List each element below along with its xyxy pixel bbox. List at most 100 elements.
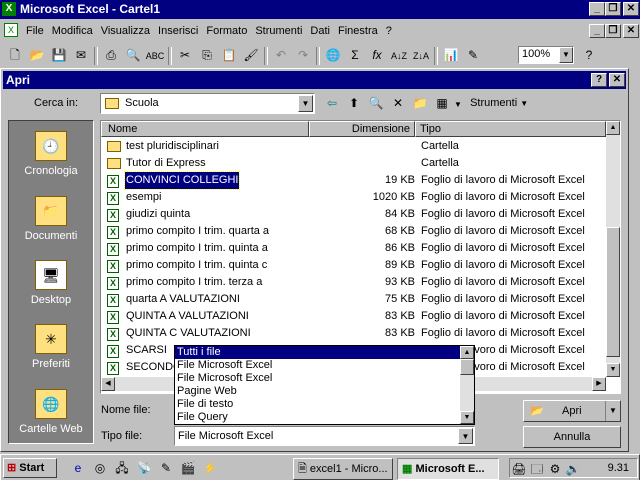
undo-icon[interactable]: ↶: [270, 45, 292, 65]
redo-icon[interactable]: ↷: [292, 45, 314, 65]
column-size[interactable]: Dimensione: [309, 121, 415, 137]
help-icon[interactable]: ?: [578, 45, 600, 65]
tray-icon-2[interactable]: 🗔: [528, 459, 546, 479]
scroll-right-icon[interactable]: ▶: [592, 377, 606, 391]
dialog-help-button[interactable]: ?: [591, 73, 607, 87]
vertical-scrollbar[interactable]: ▲ ▼: [606, 121, 620, 377]
workbook-icon[interactable]: X: [4, 23, 18, 37]
outlook-icon[interactable]: ◎: [89, 458, 111, 478]
menu-dati[interactable]: Dati: [306, 23, 334, 39]
new-folder-icon[interactable]: 📁: [409, 93, 431, 113]
place-cronologia[interactable]: 🕘 Cronologia: [15, 131, 87, 177]
place-cartelle-web[interactable]: 🌐 Cartelle Web: [15, 389, 87, 435]
task-excel[interactable]: ▦ Microsoft E...: [397, 458, 499, 480]
file-row[interactable]: Xquarta A VALUTAZIONI 75 KB Foglio di lavo…: [101, 291, 606, 308]
start-button[interactable]: ⊞ Start: [3, 458, 57, 478]
media-icon[interactable]: 🎬: [177, 458, 199, 478]
file-row[interactable]: Xgiudizi quinta 84 KB Foglio di lavoro di …: [101, 206, 606, 223]
menu-visualizza[interactable]: Visualizza: [97, 23, 154, 39]
scroll-down-icon[interactable]: ▼: [460, 411, 474, 424]
scroll-thumb[interactable]: [606, 227, 620, 357]
menu-finestra[interactable]: Finestra: [334, 23, 382, 39]
filetype-option[interactable]: Tutti i file: [175, 346, 460, 359]
search-web-icon[interactable]: 🔍: [365, 93, 387, 113]
menu-formato[interactable]: Formato: [202, 23, 251, 39]
chevron-down-icon[interactable]: ▼: [605, 401, 620, 421]
network-icon[interactable]: 🖧: [111, 458, 133, 478]
minimize-button[interactable]: _: [589, 2, 605, 16]
scroll-up-icon[interactable]: ▲: [460, 346, 474, 359]
menu-modifica[interactable]: Modifica: [48, 23, 97, 39]
volume-icon[interactable]: 🔊: [564, 459, 582, 479]
file-row[interactable]: Xesempi 1020 KB Foglio di lavoro di Micros…: [101, 189, 606, 206]
file-row[interactable]: Xprimo compito I trim. quinta a 86 KB Fogl…: [101, 240, 606, 257]
back-arrow-icon[interactable]: ⇦: [321, 93, 343, 113]
file-row[interactable]: Xprimo compito I trim. terza a 93 KB Fogli…: [101, 274, 606, 291]
drawing-icon[interactable]: ✎: [462, 45, 484, 65]
excel-app-icon[interactable]: X: [2, 2, 16, 16]
scroll-up-icon[interactable]: ▲: [606, 121, 620, 135]
save-icon[interactable]: 💾: [48, 45, 70, 65]
place-documenti[interactable]: 📁 Documenti: [15, 196, 87, 242]
file-row[interactable]: X CONVINCI COLLEGHI 19 KB Foglio di lavoro …: [101, 171, 606, 190]
format-painter-icon[interactable]: 🖌: [240, 45, 262, 65]
column-type[interactable]: Tipo: [415, 121, 606, 137]
file-row[interactable]: Xprimo compito I trim. quarta a 68 KB Fogl…: [101, 223, 606, 240]
scroll-left-icon[interactable]: ◀: [101, 377, 115, 391]
channels-icon[interactable]: 📡: [133, 458, 155, 478]
menu-inserisci[interactable]: Inserisci: [154, 23, 202, 39]
spelling-icon[interactable]: ABC: [144, 46, 166, 66]
edit-icon[interactable]: ✎: [155, 458, 177, 478]
dropdown-scrollbar[interactable]: ▲ ▼: [460, 346, 474, 424]
chevron-down-icon[interactable]: ▼: [298, 95, 313, 112]
chevron-down-icon[interactable]: ▼: [453, 95, 463, 115]
internet-explorer-icon[interactable]: e: [67, 458, 89, 478]
chevron-down-icon[interactable]: ▼: [559, 47, 573, 63]
up-folder-icon[interactable]: ⬆: [343, 93, 365, 113]
copy-icon[interactable]: ⎘: [196, 45, 218, 65]
menu-strumenti[interactable]: Strumenti: [251, 23, 306, 39]
hyperlink-icon[interactable]: 🌐: [322, 45, 344, 65]
sort-ascending-icon[interactable]: A↓Z: [388, 46, 410, 66]
paste-icon[interactable]: 📋: [218, 45, 240, 65]
print-icon[interactable]: ⎙: [100, 45, 122, 65]
restore-button[interactable]: ❐: [605, 2, 621, 16]
file-row[interactable]: Xprimo compito I trim. quinta c 89 KB Fogl…: [101, 257, 606, 274]
file-row[interactable]: X QUINTA A VALUTAZIONI 83 KB Foglio di lavo…: [101, 308, 606, 325]
dialog-close-button[interactable]: ✕: [609, 73, 625, 87]
zoom-select[interactable]: 100% ▼: [518, 46, 574, 64]
filetype-option[interactable]: File Query: [175, 411, 460, 424]
views-icon[interactable]: ▦: [431, 93, 453, 113]
open-button[interactable]: 📂 Apri ▼: [523, 400, 621, 422]
filetype-select[interactable]: File Microsoft Excel ▼: [174, 426, 475, 446]
place-preferiti[interactable]: ✳ Preferiti: [15, 324, 87, 370]
chart-wizard-icon[interactable]: 📊: [440, 45, 462, 65]
print-preview-icon[interactable]: 🔍: [122, 45, 144, 65]
file-row[interactable]: Tutor di Express Cartella: [101, 155, 606, 172]
new-icon[interactable]: 🗋: [4, 45, 26, 65]
open-icon[interactable]: 📂: [26, 45, 48, 65]
filetype-option[interactable]: File Microsoft Excel: [175, 359, 460, 372]
column-name[interactable]: Nome: [101, 121, 309, 137]
doc-restore-button[interactable]: ❐: [605, 24, 621, 38]
filetype-option[interactable]: Pagine Web: [175, 385, 460, 398]
tools-menu[interactable]: Strumenti ▼: [470, 93, 528, 114]
doc-close-button[interactable]: ✕: [623, 24, 639, 38]
menu-file[interactable]: File: [22, 23, 48, 39]
menu-help[interactable]: ?: [382, 23, 396, 39]
filetype-option[interactable]: File Microsoft Excel: [175, 372, 460, 385]
task-excel1[interactable]: 🗎 excel1 - Micro...: [293, 458, 393, 480]
scroll-down-icon[interactable]: ▼: [606, 363, 620, 377]
scroll-thumb[interactable]: [460, 359, 474, 375]
cut-icon[interactable]: ✂: [174, 45, 196, 65]
chevron-down-icon[interactable]: ▼: [458, 428, 473, 444]
delete-icon[interactable]: ✕: [387, 93, 409, 113]
function-icon[interactable]: fx: [366, 45, 388, 65]
place-desktop[interactable]: 🖥 Desktop: [15, 260, 87, 306]
sort-descending-icon[interactable]: Z↓A: [410, 46, 432, 66]
email-icon[interactable]: ✉: [70, 45, 92, 65]
cancel-button[interactable]: Annulla: [523, 426, 621, 448]
lightning-icon[interactable]: ⚡: [199, 458, 221, 478]
filetype-option[interactable]: File di testo: [175, 398, 460, 411]
tray-icon-3[interactable]: ⚙: [546, 459, 564, 479]
